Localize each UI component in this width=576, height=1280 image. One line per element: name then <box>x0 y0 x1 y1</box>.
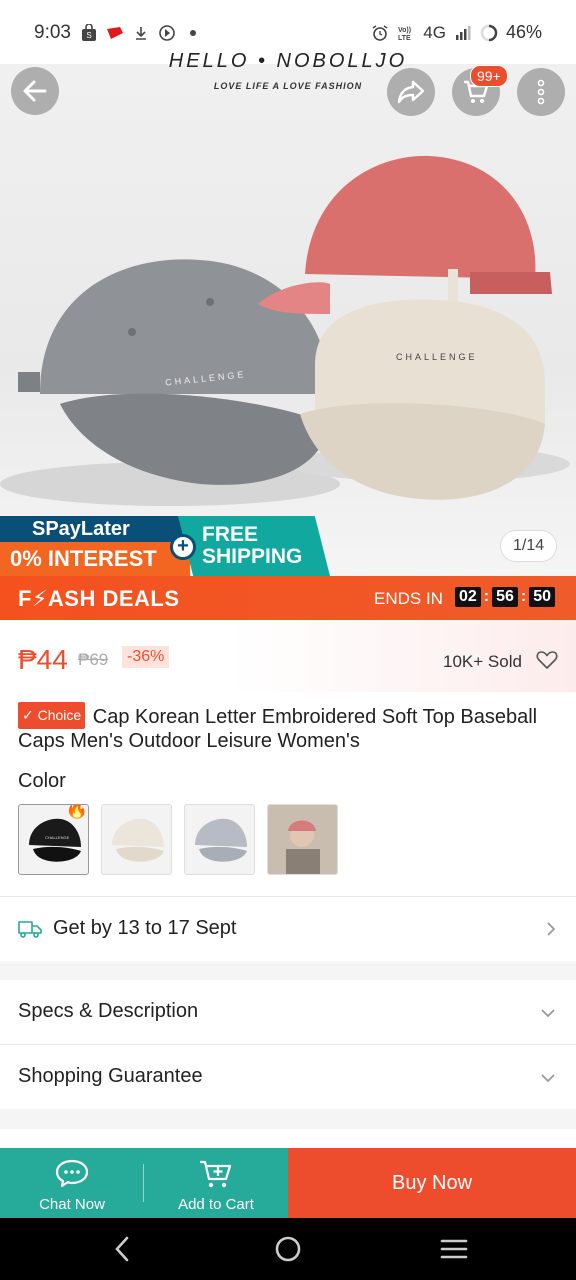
color-swatch-black[interactable]: CHALLENGE 🔥 <box>18 804 89 875</box>
color-swatches: CHALLENGE 🔥 <box>18 804 338 875</box>
share-button[interactable] <box>387 68 435 116</box>
price-row: ₱44 ₱69 -36% 10K+ Sold <box>0 620 576 692</box>
add-cart-icon <box>200 1160 232 1188</box>
battery-icon <box>480 24 498 41</box>
network-type: 4G <box>423 22 446 42</box>
signal-icon <box>455 25 471 40</box>
svg-text:S: S <box>86 31 91 40</box>
sold-count: 10K+ Sold <box>443 652 522 671</box>
brand-title: HELLO • NOBOLLJO <box>168 50 408 72</box>
nav-recents-icon[interactable] <box>440 1234 468 1264</box>
dot-icon <box>190 30 196 36</box>
grey-cap-thumbnail <box>195 818 247 862</box>
chevron-down-icon <box>541 1074 555 1083</box>
status-time: 9:03 <box>34 22 71 43</box>
section-gap <box>0 961 576 980</box>
countdown-timer: 02 : 56 : 50 <box>455 587 556 607</box>
battery-percent: 46% <box>505 22 542 42</box>
chat-now-label: Chat Now <box>39 1196 105 1213</box>
shopping-bag-icon: S <box>82 24 96 41</box>
guarantee-row[interactable]: Shopping Guarantee <box>0 1045 576 1109</box>
timer-seconds: 50 <box>529 587 556 607</box>
hot-flame-icon: 🔥 <box>65 804 88 819</box>
status-right-icons: Vo)) LTE 4G 46% <box>371 22 542 43</box>
status-notification-icons: S <box>80 22 202 44</box>
flash-deals-bar[interactable]: F⚡ASH DEALS ENDS IN 02 : 56 : 50 <box>0 576 576 620</box>
choice-badge: ✓ Choice <box>18 702 86 729</box>
delivery-row[interactable]: Get by 13 to 17 Sept <box>0 897 576 961</box>
app-notification-icon <box>107 27 123 39</box>
nav-back-icon[interactable] <box>112 1234 132 1264</box>
truck-icon <box>18 921 42 938</box>
share-icon <box>397 80 425 104</box>
volte-icon: Vo))LTE <box>398 27 411 42</box>
alarm-icon <box>372 24 388 41</box>
section-gap <box>0 1109 576 1129</box>
heart-icon[interactable] <box>536 650 558 670</box>
free-shipping-line1: FREE <box>202 523 259 546</box>
product-title: Cap Korean Letter Embroidered Soft Top B… <box>18 706 538 752</box>
product-photo: CHALLENGE CHALLENGE <box>0 155 570 506</box>
guarantee-label: Shopping Guarantee <box>18 1065 203 1087</box>
cart-count-badge: 99+ <box>470 65 508 87</box>
chat-now-button[interactable]: Chat Now <box>0 1148 144 1218</box>
chat-bubble-icon <box>55 1159 89 1188</box>
svg-text:LTE: LTE <box>398 35 411 42</box>
flash-deals-title: F⚡ASH DEALS <box>18 586 180 611</box>
buy-now-button[interactable]: Buy Now <box>288 1148 576 1218</box>
ends-in-label: ENDS IN <box>374 589 443 608</box>
promo-banner: SPayLater 0% INTEREST FREE SHIPPING + <box>0 516 330 576</box>
current-price: ₱44 <box>18 644 68 675</box>
color-swatch-beige[interactable] <box>101 804 172 875</box>
add-to-cart-button[interactable]: Add to Cart <box>144 1148 288 1218</box>
brand-subtitle: LOVE LIFE A LOVE FASHION <box>213 81 363 91</box>
specs-label: Specs & Description <box>18 1000 199 1022</box>
nav-home-icon[interactable] <box>274 1234 302 1264</box>
next-section-edge <box>0 1129 576 1148</box>
discount-badge: -36% <box>122 646 170 668</box>
product-image-carousel[interactable]: CHALLENGE CHALLENGE <box>0 64 576 576</box>
back-button[interactable] <box>11 67 59 115</box>
specs-row[interactable]: Specs & Description <box>0 980 576 1044</box>
timer-minutes: 56 <box>492 587 518 607</box>
timer-hours: 02 <box>455 587 481 607</box>
beige-cap-thumbnail <box>112 818 164 862</box>
image-counter: 1/14 <box>500 530 558 562</box>
download-icon <box>136 27 146 40</box>
more-vertical-icon <box>537 79 545 105</box>
arrow-left-icon <box>23 80 47 102</box>
color-label: Color <box>18 770 66 792</box>
svg-text:CHALLENGE: CHALLENGE <box>45 835 70 840</box>
more-options-button[interactable] <box>517 68 565 116</box>
store-brand: HELLO • NOBOLLJO LOVE LIFE A LOVE FASHIO… <box>150 50 426 91</box>
delivery-text: Get by 13 to 17 Sept <box>53 917 237 939</box>
add-to-cart-label: Add to Cart <box>178 1196 254 1213</box>
original-price: ₱69 <box>78 650 109 669</box>
free-shipping-label: FREE SHIPPING <box>178 516 330 576</box>
color-swatch-photo[interactable] <box>267 804 338 875</box>
system-nav-bar <box>0 1218 576 1280</box>
cap-text-right: CHALLENGE <box>396 352 478 362</box>
free-shipping-line2: SHIPPING <box>202 545 303 568</box>
interest-label: 0% INTEREST <box>0 542 190 576</box>
spaylater-label: SPayLater <box>0 516 185 542</box>
bottom-action-bar: Chat Now Add to Cart Buy Now <box>0 1148 576 1218</box>
plus-icon: + <box>170 534 196 560</box>
product-title-block: ✓ Choice Cap Korean Letter Embroidered S… <box>18 702 558 753</box>
svg-text:Vo)): Vo)) <box>398 27 411 34</box>
color-swatch-grey[interactable] <box>184 804 255 875</box>
chevron-right-icon <box>547 922 556 936</box>
chevron-down-icon <box>541 1009 555 1018</box>
media-icon <box>159 25 175 41</box>
model-photo-thumbnail <box>268 805 337 874</box>
